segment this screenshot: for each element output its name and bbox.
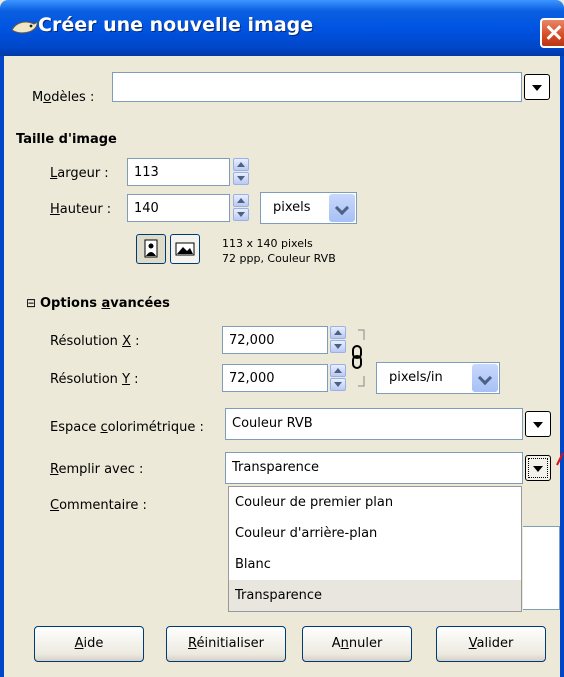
gimp-wilber-icon xyxy=(11,20,39,34)
resolution-x-input[interactable]: 72,000 xyxy=(222,326,328,354)
comment-textarea[interactable] xyxy=(523,526,560,610)
resolution-unit-value: pixels/in xyxy=(389,370,443,385)
resolution-unit-select[interactable]: pixels/in xyxy=(376,362,500,394)
title-bar[interactable]: Créer une nouvelle image xyxy=(0,0,564,56)
reset-button[interactable]: Réinitialiser xyxy=(166,626,286,662)
height-increment-button[interactable] xyxy=(233,194,249,207)
size-unit-select[interactable]: pixels xyxy=(260,192,357,224)
resolution-x-decrement-button[interactable] xyxy=(330,340,346,353)
resolution-x-increment-button[interactable] xyxy=(330,326,346,339)
landscape-button[interactable] xyxy=(170,234,200,264)
image-size-heading: Taille d'image xyxy=(16,132,117,147)
fill-with-field[interactable]: Transparence xyxy=(225,452,523,484)
cancel-button[interactable]: Annuler xyxy=(302,626,412,662)
help-button[interactable]: Aide xyxy=(34,626,144,662)
close-button[interactable] xyxy=(540,18,564,48)
resolution-y-decrement-button[interactable] xyxy=(330,378,346,391)
window-title: Créer une nouvelle image xyxy=(38,14,314,36)
ok-button[interactable]: Valider xyxy=(436,626,546,662)
pointer-mark-icon xyxy=(556,452,564,466)
fill-with-dropdown-button[interactable] xyxy=(525,455,551,481)
size-unit-value: pixels xyxy=(273,200,311,215)
height-decrement-button[interactable] xyxy=(233,208,249,221)
templates-field[interactable] xyxy=(112,72,522,102)
fill-with-label: Remplir avec : xyxy=(50,462,144,477)
chevron-down-icon xyxy=(329,194,355,222)
dropdown-option-selected[interactable]: Transparence xyxy=(229,580,521,611)
colorspace-dropdown-button[interactable] xyxy=(525,411,551,437)
width-increment-button[interactable] xyxy=(233,158,249,171)
colorspace-field[interactable]: Couleur RVB xyxy=(225,408,523,440)
resolution-x-spinner[interactable] xyxy=(330,326,346,354)
resolution-y-increment-button[interactable] xyxy=(330,364,346,377)
width-decrement-button[interactable] xyxy=(233,172,249,185)
width-spinner[interactable] xyxy=(233,158,249,186)
dialog-body: Modèles : Taille d'image Largeur : 113 H… xyxy=(4,56,560,677)
fill-with-dropdown-list: Couleur de premier plan Couleur d'arrièr… xyxy=(228,486,522,612)
resolution-y-spinner[interactable] xyxy=(330,364,346,392)
resolution-y-label: Résolution Y : xyxy=(50,372,139,387)
height-spinner[interactable] xyxy=(233,194,249,222)
templates-label: Modèles : xyxy=(32,90,95,105)
width-input[interactable]: 113 xyxy=(127,158,230,186)
size-info-line: 113 x 140 pixels xyxy=(222,237,313,250)
resolution-y-input[interactable]: 72,000 xyxy=(222,364,328,392)
width-label: Largeur : xyxy=(50,166,109,181)
portrait-icon xyxy=(144,239,158,258)
resolution-info-line: 72 ppp, Couleur RVB xyxy=(222,252,336,265)
comment-label: Commentaire : xyxy=(50,498,147,513)
resolution-x-label: Résolution X : xyxy=(50,334,140,349)
portrait-button[interactable] xyxy=(136,234,166,264)
dropdown-option[interactable]: Couleur d'arrière-plan xyxy=(229,518,521,549)
window-border-right xyxy=(560,56,564,677)
chevron-down-icon xyxy=(472,364,498,392)
advanced-options-heading[interactable]: Options avancées xyxy=(40,296,170,311)
chain-link-icon[interactable] xyxy=(350,326,370,390)
advanced-toggle-icon[interactable]: ⊟ xyxy=(26,296,36,310)
dropdown-option[interactable]: Couleur de premier plan xyxy=(229,487,521,518)
templates-dropdown-button[interactable] xyxy=(524,74,550,100)
height-input[interactable]: 140 xyxy=(127,194,230,222)
colorspace-label: Espace colorimétrique : xyxy=(50,420,204,435)
height-label: Hauteur : xyxy=(50,202,112,217)
dropdown-option[interactable]: Blanc xyxy=(229,549,521,580)
landscape-icon xyxy=(175,242,195,256)
image-size-info: 113 x 140 pixels 72 ppp, Couleur RVB xyxy=(222,236,336,266)
